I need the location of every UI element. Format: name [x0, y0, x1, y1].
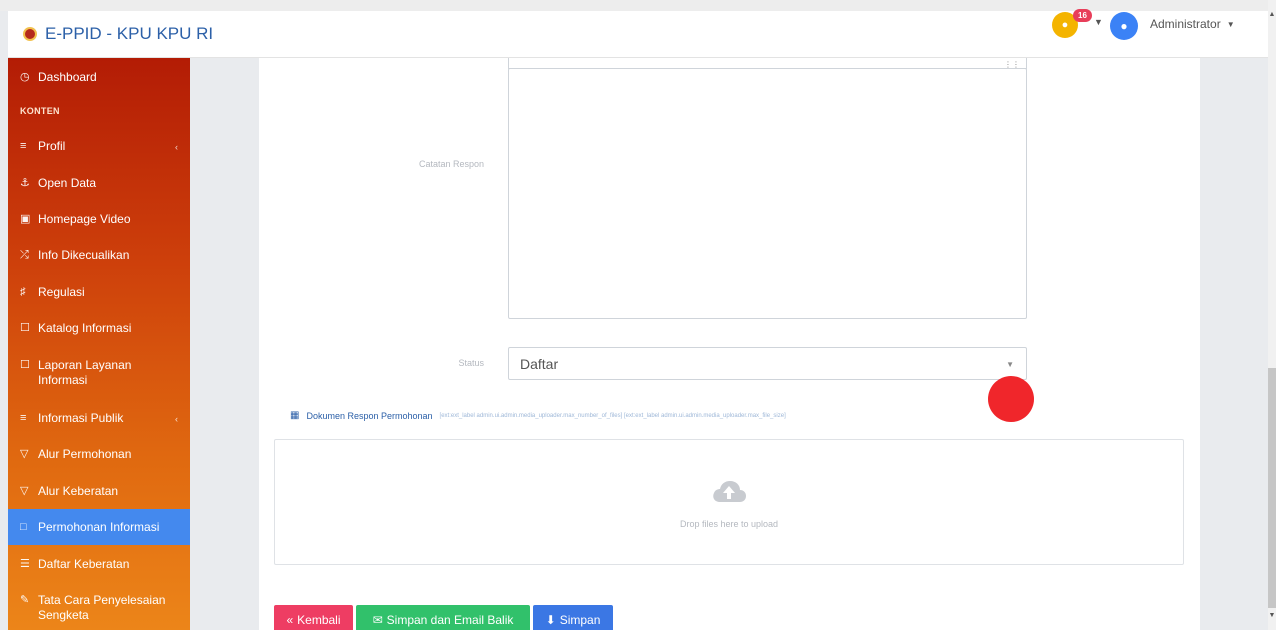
- anchor-icon: ⚓: [20, 177, 30, 189]
- sidebar-item-tata-cara[interactable]: ✎ Tata Cara Penyelesaian Sengketa: [8, 593, 190, 623]
- document-title: Dokumen Respon Permohonan: [306, 410, 433, 421]
- notification-badge: 16: [1073, 9, 1092, 22]
- chevron-down-icon[interactable]: ▼: [1094, 17, 1103, 27]
- sidebar-item-homepage-video[interactable]: ▣ Homepage Video: [8, 212, 190, 227]
- chevron-left-icon: ‹: [175, 142, 178, 152]
- user-menu[interactable]: Administrator ▼: [1150, 17, 1235, 31]
- sidebar-item-laporan-layanan[interactable]: ☐ Laporan Layanan Informasi: [8, 358, 190, 388]
- save-button[interactable]: ⬇ Simpan: [533, 605, 613, 630]
- filter-icon: ▽: [20, 448, 29, 460]
- chevron-down-icon: ▼: [1226, 19, 1235, 29]
- save-button-label: Simpan: [559, 613, 601, 627]
- status-select[interactable]: Daftar ▼: [508, 347, 1027, 380]
- sidebar-item-dashboard[interactable]: ◷ Dashboard: [8, 70, 190, 85]
- list-icon: ≡: [20, 140, 27, 152]
- sidebar-item-alur-permohonan[interactable]: ▽ Alur Permohonan: [8, 447, 190, 462]
- catatan-respon-textarea[interactable]: [508, 68, 1027, 319]
- envelope-icon: ✉: [372, 613, 383, 627]
- sidebar-item-alur-keberatan[interactable]: ▽ Alur Keberatan: [8, 484, 190, 499]
- sidebar-item-open-data[interactable]: ⚓ Open Data: [8, 176, 190, 191]
- file-dropzone[interactable]: Drop files here to upload: [274, 439, 1184, 565]
- sidebar-item-label: Tata Cara Penyelesaian Sengketa: [38, 593, 166, 622]
- back-button[interactable]: « Kembali: [274, 605, 353, 630]
- file-icon: ☐: [20, 359, 30, 371]
- sidebar: ◷ Dashboard KONTEN ≡ Profil ‹ ⚓ Open Dat…: [8, 58, 190, 630]
- sidebar-item-label: Info Dikecualikan: [38, 248, 130, 262]
- sidebar-item-label: Alur Permohonan: [38, 447, 132, 461]
- back-button-label: Kembali: [297, 613, 341, 627]
- shuffle-icon: ⤮: [20, 249, 29, 261]
- double-chevron-left-icon: «: [286, 613, 294, 627]
- save-and-email-button[interactable]: ✉ Simpan dan Email Balik: [356, 605, 530, 630]
- sidebar-item-informasi-publik[interactable]: ≡ Informasi Publik ‹: [8, 411, 190, 426]
- sidebar-item-label: Katalog Informasi: [38, 321, 132, 335]
- scroll-up-icon[interactable]: ▲: [1268, 11, 1276, 18]
- scroll-down-icon[interactable]: ▼: [1268, 612, 1276, 619]
- sidebar-item-label: Open Data: [38, 176, 97, 190]
- status-label: Status: [458, 358, 484, 368]
- kpu-logo-icon: [23, 27, 37, 41]
- document-upload-hint: [ext:ext_label admin.ui.admin.media_uplo…: [439, 412, 786, 419]
- sidebar-item-label: Laporan Layanan Informasi: [38, 358, 132, 387]
- user-name: Administrator: [1150, 17, 1221, 31]
- sidebar-section-header: KONTEN: [20, 106, 60, 116]
- sidebar-item-label: Homepage Video: [38, 212, 131, 226]
- folder-icon: □: [20, 520, 27, 533]
- sidebar-item-label: Daftar Keberatan: [38, 557, 130, 571]
- tag-icon: ♯: [20, 286, 26, 298]
- sidebar-item-label: Permohonan Informasi: [38, 519, 160, 534]
- red-marker: [988, 376, 1034, 422]
- scrollbar-thumb[interactable]: [1268, 368, 1276, 608]
- sidebar-item-info-dikecualikan[interactable]: ⤮ Info Dikecualikan: [8, 248, 190, 263]
- sidebar-item-label: Profil: [38, 139, 66, 153]
- sidebar-item-katalog-informasi[interactable]: ☐ Katalog Informasi: [8, 321, 190, 336]
- dashboard-icon: ◷: [20, 71, 30, 83]
- save-and-email-label: Simpan dan Email Balik: [386, 613, 514, 627]
- sidebar-item-profil[interactable]: ≡ Profil ‹: [8, 139, 190, 154]
- status-selected-value: Daftar: [520, 355, 559, 372]
- brand-title: E-PPID - KPU KPU RI: [45, 24, 214, 43]
- cloud-upload-icon: [713, 481, 746, 502]
- file-image-icon: ▦: [290, 410, 300, 421]
- list-icon: ≡: [20, 412, 27, 424]
- sidebar-item-label: Alur Keberatan: [38, 484, 119, 498]
- pen-icon: ✎: [20, 594, 30, 606]
- sidebar-item-label: Informasi Publik: [38, 411, 124, 425]
- sidebar-item-label: Regulasi: [38, 285, 85, 299]
- download-icon: ⬇: [545, 613, 556, 627]
- filter-icon: ▽: [20, 485, 29, 497]
- dropzone-text: Drop files here to upload: [679, 519, 779, 529]
- sidebar-item-permohonan-informasi[interactable]: □ Permohonan Informasi: [8, 509, 190, 545]
- file-icon: ☐: [20, 322, 30, 334]
- catatan-respon-label: Catatan Respon: [418, 159, 484, 169]
- user-avatar-icon[interactable]: ●: [1110, 12, 1138, 40]
- chevron-left-icon: ‹: [175, 414, 178, 424]
- video-icon: ▣: [20, 213, 31, 225]
- document-upload-heading: ▦ Dokumen Respon Permohonan [ext:ext_lab…: [290, 410, 786, 421]
- sidebar-item-label: Dashboard: [38, 70, 97, 84]
- sidebar-item-daftar-keberatan[interactable]: ☰ Daftar Keberatan: [8, 557, 190, 572]
- sidebar-item-regulasi[interactable]: ♯ Regulasi: [8, 285, 190, 300]
- chevron-down-icon: ▼: [1006, 360, 1014, 369]
- stack-icon: ☰: [20, 558, 30, 570]
- brand[interactable]: E-PPID - KPU KPU RI: [23, 24, 213, 44]
